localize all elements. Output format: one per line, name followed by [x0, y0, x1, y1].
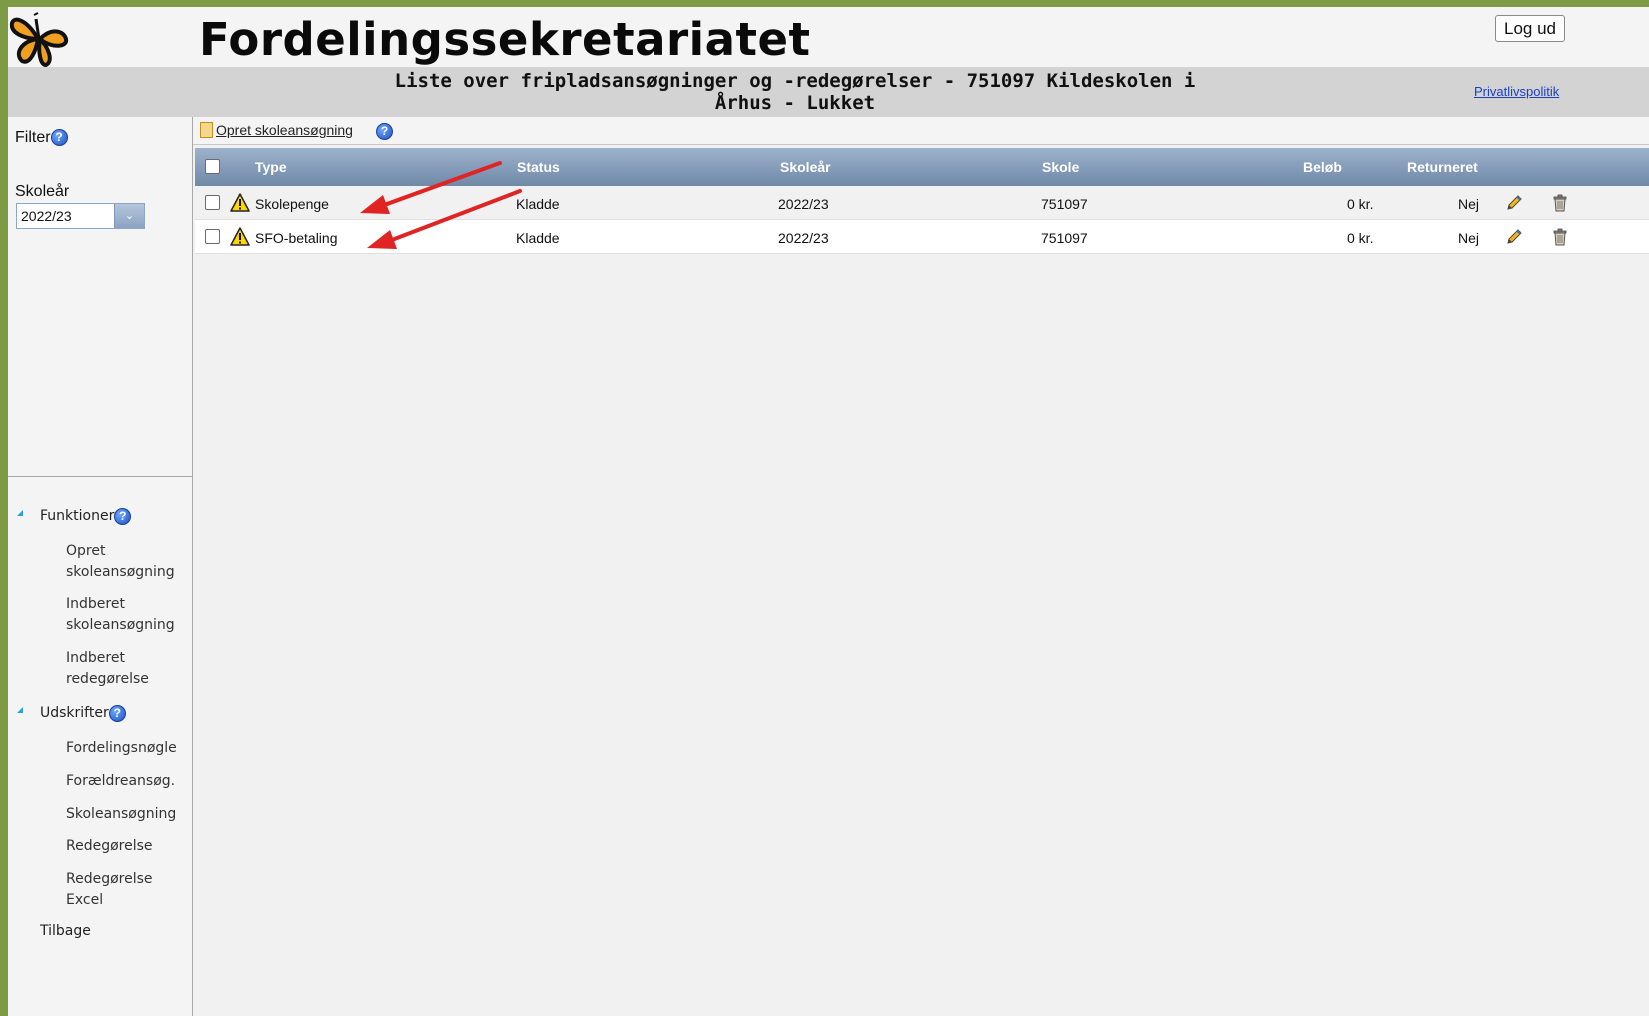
column-header-status[interactable]: Status [517, 159, 560, 175]
butterfly-logo-icon [9, 12, 69, 68]
column-header-beloeb[interactable]: Beløb [1303, 159, 1342, 175]
column-header-skoleaar[interactable]: Skoleår [780, 159, 831, 175]
column-header-type[interactable]: Type [255, 159, 287, 175]
page-title-line1: Liste over fripladsansøgninger og -redeg… [394, 70, 1196, 92]
row-checkbox[interactable] [205, 195, 220, 210]
help-icon[interactable]: ? [50, 129, 68, 146]
cell-status: Kladde [516, 230, 560, 246]
trash-icon[interactable] [1553, 228, 1567, 246]
nav-item-redegoerelse[interactable]: Redegørelse [66, 836, 186, 857]
nav-item-label: skoleansøgning [66, 617, 175, 633]
year-select-value: 2022/23 [21, 208, 72, 224]
cell-amount: 0 kr. [1347, 196, 1374, 212]
pencil-icon[interactable] [1505, 194, 1523, 212]
nav-item-label: redegørelse [66, 671, 149, 687]
table-row[interactable]: Skolepenge Kladde 2022/23 751097 0 kr. N… [195, 186, 1649, 220]
nav-item-label: Excel [66, 892, 104, 908]
help-icon[interactable]: ? [108, 705, 126, 722]
document-icon [200, 122, 213, 138]
create-application-link[interactable]: Opret skoleansøgning [216, 122, 353, 138]
nav-item-label: Redegørelse [66, 871, 153, 887]
warning-icon [230, 227, 250, 246]
column-header-skole[interactable]: Skole [1042, 159, 1079, 175]
page-title-line2: Århus - Lukket [714, 92, 876, 114]
cell-school: 751097 [1041, 230, 1088, 246]
nav-item-foraeldreansoeg[interactable]: Forældreansøg. [66, 771, 186, 792]
filter-heading: Filter? [15, 129, 68, 147]
cell-returned: Nej [1458, 230, 1480, 246]
cell-year: 2022/23 [778, 230, 829, 246]
cell-status: Kladde [516, 196, 560, 212]
cell-amount: 0 kr. [1347, 230, 1374, 246]
nav-item-label: Fordelingsnøgle [66, 740, 177, 756]
table-row[interactable]: SFO-betaling Kladde 2022/23 751097 0 kr.… [195, 220, 1649, 254]
chevron-down-icon[interactable]: ⌄ [114, 204, 144, 228]
app-window: Fordelingssekretariatet Log ud Liste ove… [8, 7, 1649, 1016]
nav-item-label: Forældreansøg. [66, 773, 176, 789]
column-header-returneret[interactable]: Returneret [1407, 159, 1478, 175]
pencil-icon[interactable] [1505, 228, 1523, 246]
nav-item-tilbage[interactable]: Tilbage [40, 923, 91, 939]
sidebar-divider [8, 476, 193, 477]
cell-type[interactable]: SFO-betaling [255, 230, 337, 246]
triangle-expand-icon[interactable] [17, 707, 23, 713]
nav-item-label: Indberet [66, 596, 125, 612]
nav-item-indberet-redegoerelse[interactable]: Indberet redegørelse [66, 648, 186, 690]
nav-item-label: Redegørelse [66, 838, 153, 854]
nav-item-fordelingsnoegle[interactable]: Fordelingsnøgle [66, 738, 186, 759]
year-label: Skoleår [15, 183, 70, 200]
nav-item-label: Skoleansøgning [66, 806, 177, 822]
privacy-policy-link[interactable]: Privatlivspolitik [1474, 84, 1559, 99]
main-content: Opret skoleansøgning ? Type Status Skole… [193, 117, 1649, 1016]
nav-item-label: Opret [66, 543, 106, 559]
help-icon[interactable]: ? [376, 123, 393, 140]
select-all-checkbox[interactable] [205, 159, 220, 174]
warning-icon [230, 193, 250, 212]
nav-item-label: Indberet [66, 650, 125, 666]
cell-school: 751097 [1041, 196, 1088, 212]
toolbar: Opret skoleansøgning ? [193, 117, 1649, 145]
cell-year: 2022/23 [778, 196, 829, 212]
nav-group-label: Funktioner [40, 508, 115, 524]
cell-returned: Nej [1458, 196, 1480, 212]
nav-group-funktioner[interactable]: Funktioner? [40, 508, 132, 525]
nav-item-indberet-skoleansoegning[interactable]: Indberet skoleansøgning [66, 594, 186, 636]
nav-item-skoleansoegning[interactable]: Skoleansøgning [66, 804, 186, 825]
app-title: Fordelingssekretariatet [199, 13, 811, 66]
sidebar: Filter? Skoleår 2022/23 ⌄ Funktioner? Op… [8, 117, 193, 1016]
triangle-expand-icon[interactable] [17, 510, 23, 516]
nav-group-label: Udskrifter [40, 705, 109, 721]
page-title: Liste over fripladsansøgninger og -redeg… [388, 70, 1202, 114]
logout-button[interactable]: Log ud [1495, 15, 1565, 42]
table-header: Type Status Skoleår Skole Beløb Returner… [195, 148, 1649, 186]
subheader: Liste over fripladsansøgninger og -redeg… [8, 67, 1649, 117]
trash-icon[interactable] [1553, 194, 1567, 212]
row-checkbox[interactable] [205, 229, 220, 244]
nav-group-udskrifter[interactable]: Udskrifter? [40, 705, 126, 722]
help-icon[interactable]: ? [114, 508, 132, 525]
header: Fordelingssekretariatet Log ud [8, 7, 1649, 68]
nav-item-opret-skoleansoegning[interactable]: Opret skoleansøgning [66, 541, 186, 583]
cell-type[interactable]: Skolepenge [255, 196, 329, 212]
filter-label: Filter [15, 129, 51, 146]
year-select[interactable]: 2022/23 ⌄ [16, 203, 145, 229]
nav-item-label: skoleansøgning [66, 564, 175, 580]
nav-item-redegoerelse-excel[interactable]: Redegørelse Excel [66, 869, 186, 911]
